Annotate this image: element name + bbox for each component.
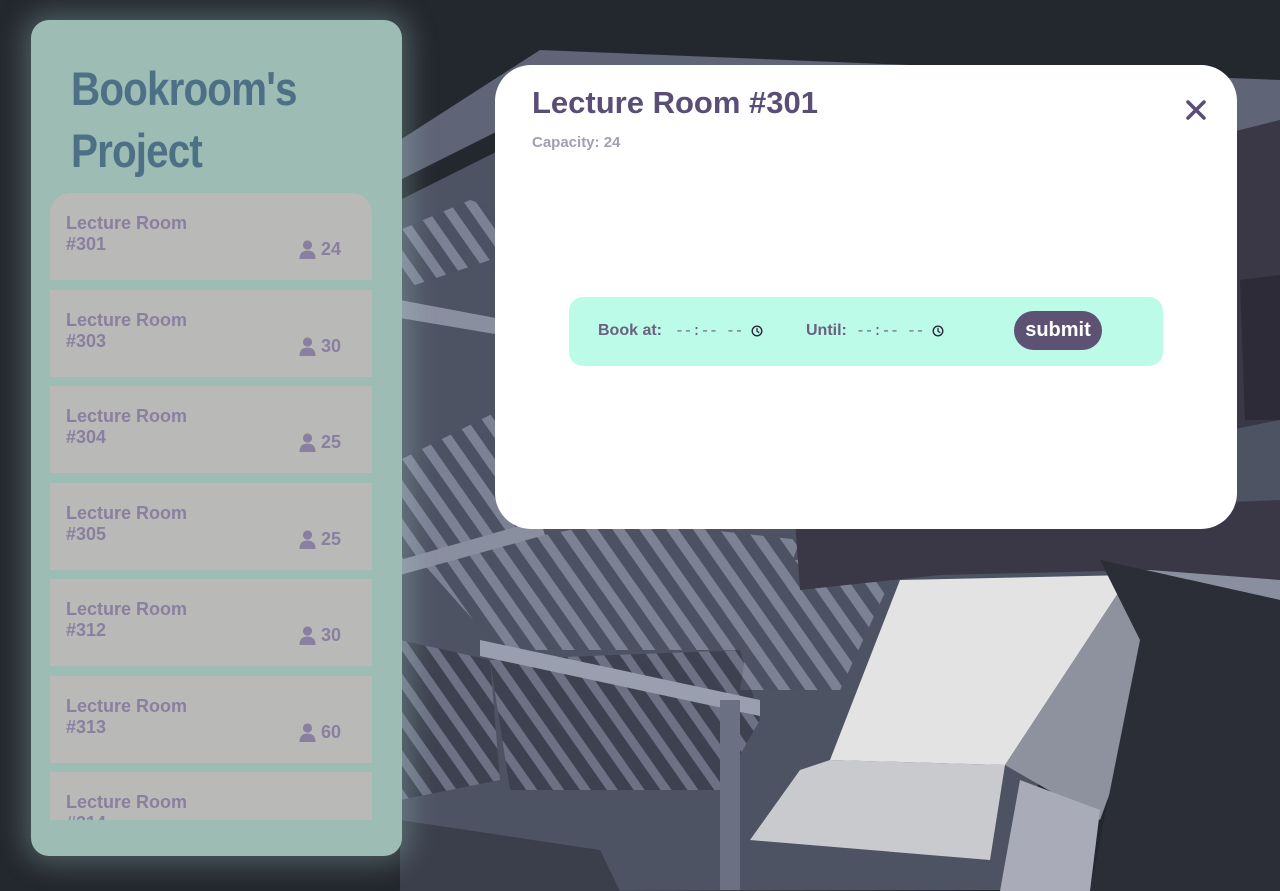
person-icon [299, 433, 316, 452]
sidebar: Bookroom's Project Lecture Room #301 24 … [31, 20, 402, 856]
room-item-313[interactable]: Lecture Room #313 60 [50, 675, 372, 763]
modal-title: Lecture Room #301 [532, 85, 818, 120]
person-icon [299, 626, 316, 645]
room-capacity-value: 60 [320, 721, 341, 742]
room-name: Lecture Room #304 [66, 406, 188, 447]
until-placeholder: --:-- -- [856, 322, 925, 340]
room-item-303[interactable]: Lecture Room #303 30 [50, 289, 372, 377]
room-item-301[interactable]: Lecture Room #301 24 [50, 193, 372, 280]
person-icon [299, 240, 316, 259]
room-capacity: 25 [299, 432, 341, 453]
close-icon [1186, 100, 1206, 120]
modal-capacity: Capacity: 24 [532, 134, 621, 151]
close-button[interactable] [1184, 98, 1208, 122]
app-title: Bookroom's Project [71, 62, 297, 177]
room-item-312[interactable]: Lecture Room #312 30 [50, 579, 372, 666]
room-name: Lecture Room #301 [66, 213, 188, 254]
room-capacity-value: 30 [320, 335, 341, 356]
room-name: Lecture Room #314 [66, 792, 188, 820]
until-label: Until: [806, 322, 847, 339]
room-capacity: 30 [299, 336, 341, 357]
book-at-time-input[interactable]: --:-- -- [675, 319, 775, 343]
person-icon [299, 722, 316, 742]
room-capacity: 25 [299, 529, 341, 550]
book-at-label: Book at: [598, 322, 662, 339]
submit-button[interactable]: submit [1014, 311, 1102, 350]
room-name: Lecture Room #305 [66, 502, 188, 544]
room-item-305[interactable]: Lecture Room #305 25 [50, 482, 372, 570]
room-item-304[interactable]: Lecture Room #304 25 [50, 386, 372, 473]
room-name: Lecture Room #313 [66, 695, 188, 737]
room-capacity-value: 24 [320, 239, 341, 259]
clock-icon[interactable] [751, 325, 763, 337]
room-capacity: 60 [299, 722, 341, 743]
room-capacity-value: 25 [320, 528, 341, 549]
room-list: Lecture Room #301 24 Lecture Room #303 3… [50, 193, 372, 820]
clock-icon[interactable] [932, 325, 944, 337]
room-detail-modal: Lecture Room #301 Capacity: 24 Book at: … [495, 65, 1237, 529]
room-capacity: 24 [299, 239, 341, 260]
until-time-input[interactable]: --:-- -- [856, 319, 956, 343]
room-name: Lecture Room #312 [66, 599, 188, 640]
room-name: Lecture Room #303 [66, 309, 188, 351]
book-at-placeholder: --:-- -- [675, 322, 744, 340]
person-icon [299, 336, 316, 356]
room-item-314[interactable]: Lecture Room #314 [50, 772, 372, 820]
booking-form: Book at: --:-- -- Until: --:-- -- submit [569, 297, 1163, 366]
room-capacity-value: 30 [320, 625, 341, 645]
room-capacity-value: 25 [320, 432, 341, 452]
room-capacity: 30 [299, 625, 341, 646]
person-icon [299, 529, 316, 549]
